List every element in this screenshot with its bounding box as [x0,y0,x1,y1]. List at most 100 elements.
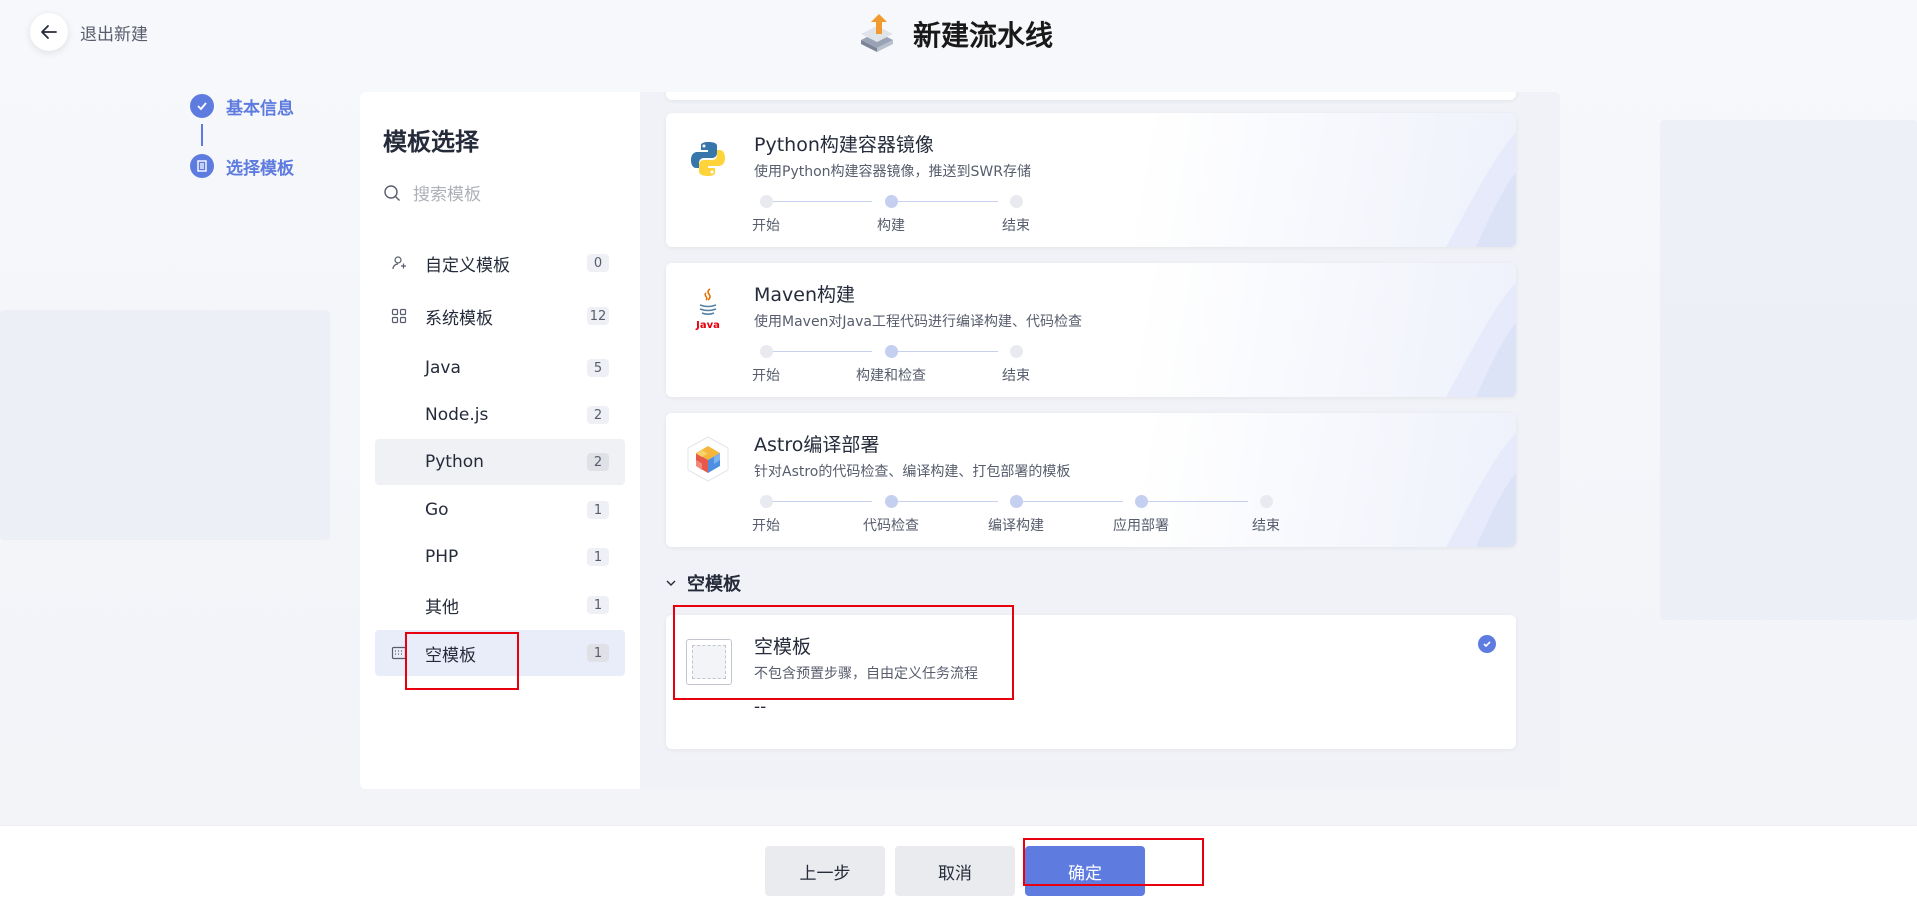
sidebar-item-label: 自定义模板 [425,255,510,276]
java-icon-text: Java [695,320,720,331]
back-arrow-icon[interactable] [30,13,68,51]
java-icon: Java [682,283,734,335]
template-description: 不包含预置步骤，自由定义任务流程 [754,666,978,682]
count-badge: 5 [587,359,609,377]
sidebar-item-system-template[interactable]: 系统模板 12 [375,293,625,339]
template-title: 空模板 [754,636,812,658]
background-shape [1660,120,1917,620]
stage-dot [885,345,898,358]
count-badge: 0 [587,254,609,272]
stage-label: 开始 [752,218,780,234]
blank-template-icon [686,639,732,685]
page-title: 新建流水线 [913,19,1054,52]
stage-dot [760,345,773,358]
sidebar-item-other[interactable]: 其他 1 [375,582,625,628]
blank-template-icon [391,645,407,661]
card-decoration [1446,283,1516,397]
count-badge: 1 [587,596,609,614]
stage-label: 编译构建 [988,518,1044,534]
template-panel: 模板选择 自定义模板 0 系统模板 12 Java 5 Node.j [360,92,1560,789]
sidebar-item-blank-template[interactable]: 空模板 1 [375,630,625,676]
footer-bar: 上一步 取消 确定 [0,825,1917,907]
stage-dot [885,495,898,508]
stage-connector [898,501,998,502]
stage-dot [1260,495,1273,508]
template-card-python[interactable]: Python构建容器镜像 使用Python构建容器镜像，推送到SWR存储 开始 … [666,113,1516,247]
section-title: 空模板 [687,574,741,595]
stage-label: 结束 [1002,218,1030,234]
stage-connector [773,351,872,352]
sidebar-item-python[interactable]: Python 2 [375,439,625,485]
search-icon [383,184,401,206]
template-card-partial[interactable] [666,92,1516,100]
stage-dot [1135,495,1148,508]
sidebar-item-label: 空模板 [425,645,476,666]
stage-dot [1010,345,1023,358]
card-decoration [1446,133,1516,247]
sidebar-item-php[interactable]: PHP 1 [375,534,625,580]
sidebar-item-java[interactable]: Java 5 [375,345,625,391]
count-badge: 2 [587,406,609,424]
step-indicator: 基本信息 选择模板 [190,92,294,180]
stage-connector [898,201,998,202]
check-icon [190,94,214,118]
exit-create-button[interactable]: 退出新建 [30,13,148,51]
step-label: 选择模板 [226,158,294,179]
user-template-icon [391,255,407,271]
template-title: Astro编译部署 [754,434,880,456]
template-card-maven[interactable]: Java Maven构建 使用Maven对Java工程代码进行编译构建、代码检查… [666,263,1516,397]
sidebar-item-label: PHP [425,547,459,567]
count-badge: 1 [587,644,609,662]
stage-label: 结束 [1002,368,1030,384]
count-badge: 1 [587,501,609,519]
stage-placeholder: -- [754,697,767,717]
sidebar-item-label: Node.js [425,405,489,425]
blank-template-section-toggle[interactable]: 空模板 [665,570,741,596]
template-card-astro[interactable]: Astro编译部署 针对Astro的代码检查、编译构建、打包部署的模板 开始 代… [666,413,1516,547]
stage-connector [773,201,872,202]
stage-dot [1010,195,1023,208]
stage-label: 结束 [1252,518,1280,534]
template-description: 使用Python构建容器镜像，推送到SWR存储 [754,164,1031,180]
previous-step-button[interactable]: 上一步 [765,846,885,896]
sidebar-item-custom-template[interactable]: 自定义模板 0 [375,240,625,286]
template-title: Maven构建 [754,284,856,306]
astro-cube-icon [682,433,734,485]
pipeline-logo-icon [855,10,899,58]
stage-label: 应用部署 [1113,518,1169,534]
template-title: Python构建容器镜像 [754,134,934,156]
page-header: 新建流水线 [855,10,1053,58]
document-icon [190,154,214,178]
cancel-button[interactable]: 取消 [895,846,1015,896]
step-select-template[interactable]: 选择模板 [190,152,294,180]
stage-connector [1023,501,1123,502]
template-description: 针对Astro的代码检查、编译构建、打包部署的模板 [754,464,1071,480]
step-basic-info[interactable]: 基本信息 [190,92,294,120]
stage-label: 代码检查 [863,518,919,534]
template-description: 使用Maven对Java工程代码进行编译构建、代码检查 [754,314,1083,330]
sidebar-item-label: 其他 [425,597,459,618]
grid-icon [391,308,407,324]
sidebar-item-label: Python [425,452,484,472]
exit-create-label[interactable]: 退出新建 [80,20,148,45]
search-box[interactable] [383,184,623,206]
stage-label: 开始 [752,518,780,534]
sidebar-item-go[interactable]: Go 1 [375,487,625,533]
sidebar-item-label: Java [425,358,461,378]
chevron-down-icon [665,574,677,593]
sidebar-item-nodejs[interactable]: Node.js 2 [375,392,625,438]
template-card-blank[interactable]: 空模板 不包含预置步骤，自由定义任务流程 -- [666,615,1516,749]
stage-dot [760,495,773,508]
stage-label: 构建和检查 [856,368,926,384]
sidebar-item-label: Go [425,500,449,520]
stage-dot [1010,495,1023,508]
card-decoration [1446,433,1516,547]
python-icon [682,133,734,185]
search-input[interactable] [411,184,615,206]
count-badge: 12 [587,307,609,325]
count-badge: 2 [587,453,609,471]
stage-connector [898,351,998,352]
background-shape [0,310,330,540]
stage-connector [773,501,872,502]
confirm-button[interactable]: 确定 [1025,846,1145,896]
